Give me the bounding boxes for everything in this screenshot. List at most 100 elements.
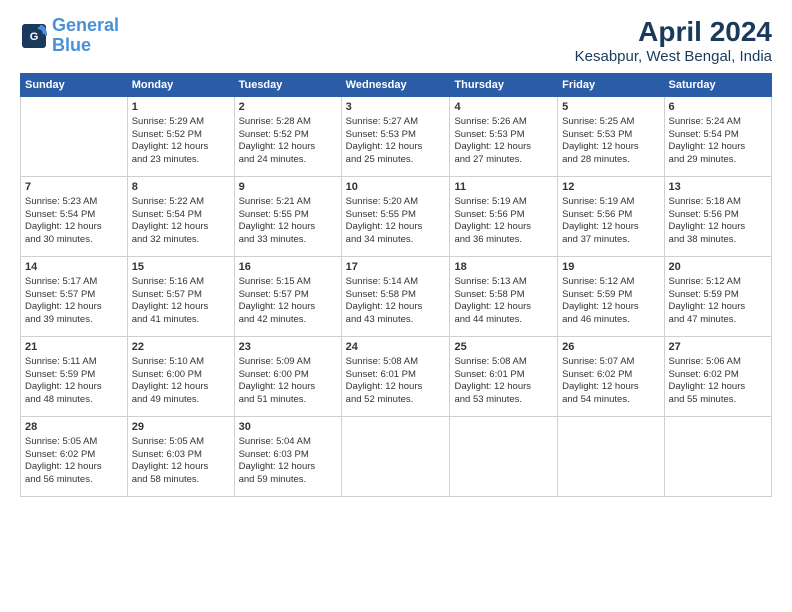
calendar-header-monday: Monday bbox=[127, 74, 234, 97]
day-detail: Sunrise: 5:12 AM bbox=[562, 276, 659, 289]
day-detail: Sunrise: 5:07 AM bbox=[562, 356, 659, 369]
day-number: 9 bbox=[239, 180, 337, 195]
day-detail: and 39 minutes. bbox=[25, 314, 123, 327]
logo-icon: G bbox=[20, 22, 48, 50]
day-detail: and 38 minutes. bbox=[669, 234, 767, 247]
calendar-cell: 11Sunrise: 5:19 AMSunset: 5:56 PMDayligh… bbox=[450, 177, 558, 257]
day-number: 15 bbox=[132, 260, 230, 275]
page: G General Blue April 2024 Kesabpur, West… bbox=[0, 0, 792, 612]
day-detail: Sunset: 5:57 PM bbox=[239, 289, 337, 302]
calendar-cell: 8Sunrise: 5:22 AMSunset: 5:54 PMDaylight… bbox=[127, 177, 234, 257]
day-detail: Sunrise: 5:19 AM bbox=[562, 196, 659, 209]
calendar-cell: 6Sunrise: 5:24 AMSunset: 5:54 PMDaylight… bbox=[664, 97, 771, 177]
day-number: 10 bbox=[346, 180, 446, 195]
day-detail: Daylight: 12 hours bbox=[25, 221, 123, 234]
day-detail: and 52 minutes. bbox=[346, 394, 446, 407]
day-detail: Sunset: 5:55 PM bbox=[346, 209, 446, 222]
day-detail: Sunset: 6:03 PM bbox=[239, 449, 337, 462]
day-detail: Daylight: 12 hours bbox=[669, 221, 767, 234]
calendar-week-row: 7Sunrise: 5:23 AMSunset: 5:54 PMDaylight… bbox=[21, 177, 772, 257]
day-detail: and 27 minutes. bbox=[454, 154, 553, 167]
day-detail: Sunset: 5:57 PM bbox=[25, 289, 123, 302]
day-detail: Sunset: 6:00 PM bbox=[132, 369, 230, 382]
day-detail: and 47 minutes. bbox=[669, 314, 767, 327]
calendar-week-row: 28 Sunrise: 5:05 AM Sunset: 6:02 PM Dayligh… bbox=[21, 417, 772, 497]
day-number: 25 bbox=[454, 340, 553, 355]
day-detail: Sunset: 6:02 PM bbox=[25, 449, 123, 462]
day-detail: Sunrise: 5:05 AM bbox=[132, 436, 230, 449]
day-number: 8 bbox=[132, 180, 230, 195]
calendar-cell: 28Sunrise: 5:05 AMSunset: 6:02 PMDayligh… bbox=[21, 417, 128, 497]
day-number: 21 bbox=[25, 340, 123, 355]
calendar-header-sunday: Sunday bbox=[21, 74, 128, 97]
svg-text:G: G bbox=[30, 31, 39, 43]
calendar-cell: 13Sunrise: 5:18 AMSunset: 5:56 PMDayligh… bbox=[664, 177, 771, 257]
calendar-header-row: SundayMondayTuesdayWednesdayThursdayFrid… bbox=[21, 74, 772, 97]
calendar-header-wednesday: Wednesday bbox=[341, 74, 450, 97]
day-number: 24 bbox=[346, 340, 446, 355]
day-number: 14 bbox=[25, 260, 123, 275]
day-detail: Sunset: 5:57 PM bbox=[132, 289, 230, 302]
day-detail: Sunrise: 5:18 AM bbox=[669, 196, 767, 209]
day-detail: Sunset: 5:59 PM bbox=[25, 369, 123, 382]
day-detail: Daylight: 12 hours bbox=[562, 221, 659, 234]
day-detail: Daylight: 12 hours bbox=[132, 381, 230, 394]
day-detail: Sunrise: 5:25 AM bbox=[562, 116, 659, 129]
day-number: 4 bbox=[454, 100, 553, 115]
calendar-header-tuesday: Tuesday bbox=[234, 74, 341, 97]
day-number: 18 bbox=[454, 260, 553, 275]
calendar-cell: 5Sunrise: 5:25 AMSunset: 5:53 PMDaylight… bbox=[558, 97, 664, 177]
calendar-cell: 24Sunrise: 5:08 AMSunset: 6:01 PMDayligh… bbox=[341, 337, 450, 417]
day-detail: Sunset: 5:58 PM bbox=[454, 289, 553, 302]
day-number: 23 bbox=[239, 340, 337, 355]
calendar-week-row: 14Sunrise: 5:17 AMSunset: 5:57 PMDayligh… bbox=[21, 257, 772, 337]
day-detail: Sunrise: 5:14 AM bbox=[346, 276, 446, 289]
day-detail: and 51 minutes. bbox=[239, 394, 337, 407]
calendar-cell: 7Sunrise: 5:23 AMSunset: 5:54 PMDaylight… bbox=[21, 177, 128, 257]
day-detail: Sunrise: 5:10 AM bbox=[132, 356, 230, 369]
day-detail: Sunset: 5:54 PM bbox=[669, 129, 767, 142]
day-detail: Sunset: 5:55 PM bbox=[239, 209, 337, 222]
day-detail: Daylight: 12 hours bbox=[669, 141, 767, 154]
calendar-cell: 1Sunrise: 5:29 AMSunset: 5:52 PMDaylight… bbox=[127, 97, 234, 177]
day-detail: and 24 minutes. bbox=[239, 154, 337, 167]
day-detail: Daylight: 12 hours bbox=[346, 141, 446, 154]
calendar-cell: 26Sunrise: 5:07 AMSunset: 6:02 PMDayligh… bbox=[558, 337, 664, 417]
day-detail: Sunrise: 5:27 AM bbox=[346, 116, 446, 129]
calendar-cell: 20Sunrise: 5:12 AMSunset: 5:59 PMDayligh… bbox=[664, 257, 771, 337]
day-detail: Sunrise: 5:09 AM bbox=[239, 356, 337, 369]
day-number: 20 bbox=[669, 260, 767, 275]
day-detail: Sunrise: 5:23 AM bbox=[25, 196, 123, 209]
day-detail: Sunset: 5:53 PM bbox=[562, 129, 659, 142]
day-detail: Sunrise: 5:16 AM bbox=[132, 276, 230, 289]
day-detail: Daylight: 12 hours bbox=[239, 381, 337, 394]
calendar-header-friday: Friday bbox=[558, 74, 664, 97]
day-detail: Sunset: 6:03 PM bbox=[132, 449, 230, 462]
day-number: 26 bbox=[562, 340, 659, 355]
day-detail: and 55 minutes. bbox=[669, 394, 767, 407]
day-number: 28 bbox=[25, 420, 123, 435]
day-detail: and 32 minutes. bbox=[132, 234, 230, 247]
day-detail: Daylight: 12 hours bbox=[239, 301, 337, 314]
calendar-cell bbox=[450, 417, 558, 497]
calendar-cell: 10Sunrise: 5:20 AMSunset: 5:55 PMDayligh… bbox=[341, 177, 450, 257]
day-detail: and 56 minutes. bbox=[25, 474, 123, 487]
calendar-cell: 17Sunrise: 5:14 AMSunset: 5:58 PMDayligh… bbox=[341, 257, 450, 337]
calendar-cell bbox=[558, 417, 664, 497]
day-detail: Sunset: 5:56 PM bbox=[562, 209, 659, 222]
day-detail: and 48 minutes. bbox=[25, 394, 123, 407]
calendar-cell: 25Sunrise: 5:08 AMSunset: 6:01 PMDayligh… bbox=[450, 337, 558, 417]
day-detail: Sunrise: 5:11 AM bbox=[25, 356, 123, 369]
day-detail: Sunrise: 5:13 AM bbox=[454, 276, 553, 289]
day-number: 16 bbox=[239, 260, 337, 275]
day-detail: Sunrise: 5:28 AM bbox=[239, 116, 337, 129]
day-detail: and 33 minutes. bbox=[239, 234, 337, 247]
logo: G General Blue bbox=[20, 16, 119, 56]
day-detail: Daylight: 12 hours bbox=[239, 461, 337, 474]
day-detail: Daylight: 12 hours bbox=[346, 301, 446, 314]
day-detail: Sunrise: 5:21 AM bbox=[239, 196, 337, 209]
calendar-cell: 22Sunrise: 5:10 AMSunset: 6:00 PMDayligh… bbox=[127, 337, 234, 417]
day-detail: and 49 minutes. bbox=[132, 394, 230, 407]
day-number: 12 bbox=[562, 180, 659, 195]
day-detail: Sunset: 5:52 PM bbox=[239, 129, 337, 142]
